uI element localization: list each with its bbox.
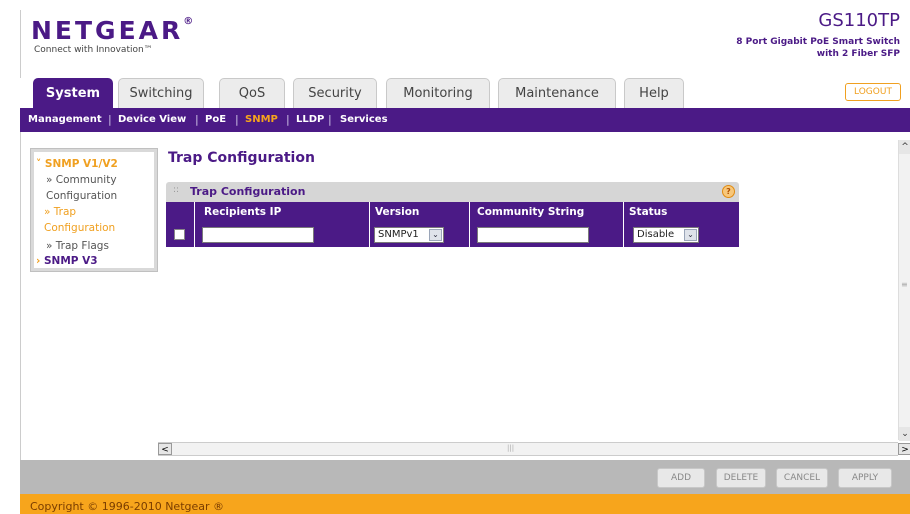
subnav-services[interactable]: Services <box>340 108 388 132</box>
table-header-community-string: Community String <box>469 202 623 222</box>
subnav-separator: | <box>195 113 199 126</box>
tab-maintenance[interactable]: Maintenance <box>498 78 616 108</box>
leftnav-group-snmp-v3[interactable]: › SNMP V3 <box>36 253 98 269</box>
column-divider <box>623 202 624 247</box>
scroll-grip-icon: ≡ <box>901 280 908 289</box>
row-select-checkbox[interactable] <box>174 229 185 240</box>
cancel-button[interactable]: CANCEL <box>776 468 828 488</box>
model-desc-line-1: 8 Port Gigabit PoE Smart Switch <box>736 37 900 47</box>
recipients-ip-input[interactable] <box>202 227 314 243</box>
apply-button[interactable]: APPLY <box>838 468 892 488</box>
tab-qos[interactable]: QoS <box>219 78 285 108</box>
tab-system[interactable]: System <box>33 78 113 108</box>
subnav-snmp[interactable]: SNMP <box>245 108 278 132</box>
content-area: ˅ SNMP V1/V2 » Community Configuration » … <box>20 132 910 460</box>
subnav-device-view[interactable]: Device View <box>118 108 186 132</box>
page-title: Trap Configuration <box>168 150 315 166</box>
leftnav-group-label: SNMP V3 <box>43 255 98 267</box>
left-navigation-list: ˅ SNMP V1/V2 » Community Configuration » … <box>34 152 154 268</box>
table-header-recipients-ip: Recipients IP <box>194 202 369 222</box>
column-divider <box>369 202 370 247</box>
vertical-scrollbar[interactable]: ^ ≡ ⌄ <box>898 140 910 441</box>
leftnav-item-label: Trap Flags <box>55 240 109 252</box>
version-select[interactable]: SNMPv1 ⌄ <box>374 227 444 243</box>
scroll-up-icon[interactable]: ^ <box>899 140 910 154</box>
table-header-version: Version <box>369 202 469 222</box>
delete-button[interactable]: DELETE <box>716 468 766 488</box>
model-name: GS110TP <box>818 10 900 31</box>
footer: Copyright © 1996-2010 Netgear ® <box>20 494 910 514</box>
brand-name: NETGEAR <box>31 16 184 45</box>
chevron-down-icon: ⌄ <box>684 229 697 241</box>
leftnav-item-label: Community <box>55 174 117 186</box>
scroll-down-icon[interactable]: ⌄ <box>899 427 910 441</box>
leftnav-group-snmp-v1-v2[interactable]: ˅ SNMP V1/V2 <box>36 156 118 172</box>
action-bar: ADD DELETE CANCEL APPLY <box>20 460 910 494</box>
subnav-management[interactable]: Management <box>28 108 102 132</box>
tab-help[interactable]: Help <box>624 78 684 108</box>
help-icon[interactable]: ? <box>722 185 735 198</box>
chevron-down-icon: ⌄ <box>429 229 442 241</box>
model-description: 8 Port Gigabit PoE Smart Switch with 2 F… <box>700 36 900 60</box>
subnav-lldp[interactable]: LLDP <box>296 108 324 132</box>
brand-mark: ® <box>183 16 194 27</box>
copyright-text: Copyright © 1996-2010 Netgear ® <box>30 500 225 513</box>
scroll-left-icon[interactable]: < <box>158 443 172 455</box>
tab-security[interactable]: Security <box>293 78 377 108</box>
leftnav-item-label-2: Configuration <box>46 190 118 202</box>
sub-navigation: Management | Device View | PoE | SNMP | … <box>20 108 910 132</box>
bullet-icon: » <box>46 174 53 186</box>
tab-monitoring[interactable]: Monitoring <box>386 78 490 108</box>
scroll-right-icon[interactable]: > <box>898 443 910 455</box>
header: NETGEAR® Connect with Innovation™ GS110T… <box>20 10 910 80</box>
trap-configuration-panel: :: Trap Configuration ? Recipients IP Ve… <box>166 182 741 253</box>
bullet-icon: » <box>44 206 51 218</box>
panel-header: :: Trap Configuration ? <box>166 182 739 202</box>
column-divider <box>469 202 470 247</box>
subnav-separator: | <box>328 113 332 126</box>
table-header-status: Status <box>623 202 739 222</box>
bullet-icon: » <box>46 240 53 252</box>
app-window: NETGEAR® Connect with Innovation™ GS110T… <box>0 0 910 514</box>
logout-button[interactable]: LOGOUT <box>845 83 901 101</box>
scroll-grip-icon: ||| <box>507 444 515 452</box>
subnav-separator: | <box>286 113 290 126</box>
panel-title: Trap Configuration <box>190 185 306 198</box>
subnav-poe[interactable]: PoE <box>205 108 226 132</box>
community-string-input[interactable] <box>477 227 589 243</box>
chevron-down-icon: ˅ <box>36 158 42 170</box>
column-divider <box>194 202 195 247</box>
horizontal-scrollbar[interactable]: < ||| > <box>158 442 910 456</box>
leftnav-item-label: Trap <box>53 206 77 218</box>
model-desc-line-2: with 2 Fiber SFP <box>816 49 900 59</box>
subnav-separator: | <box>235 113 239 126</box>
leftnav-group-label: SNMP V1/V2 <box>44 158 118 170</box>
add-button[interactable]: ADD <box>657 468 705 488</box>
status-select[interactable]: Disable ⌄ <box>633 227 699 243</box>
leftnav-item-trap-configuration[interactable]: » Trap Configuration <box>44 204 115 236</box>
tab-switching[interactable]: Switching <box>118 78 204 108</box>
brand-tagline: Connect with Innovation™ <box>34 45 153 55</box>
table-header-select <box>166 202 194 222</box>
chevron-right-icon: › <box>36 255 41 267</box>
status-value: Disable <box>637 229 675 240</box>
left-navigation: ˅ SNMP V1/V2 » Community Configuration » … <box>30 148 158 272</box>
drag-grip-icon: :: <box>173 185 180 195</box>
main-tabs: System Switching QoS Security Monitoring… <box>20 78 910 108</box>
trap-table: Recipients IP Version Community String S… <box>166 202 739 250</box>
netgear-logo: NETGEAR® <box>31 16 193 45</box>
leftnav-item-label-2: Configuration <box>44 222 116 234</box>
subnav-separator: | <box>108 113 112 126</box>
leftnav-item-trap-flags[interactable]: » Trap Flags <box>46 238 109 254</box>
leftnav-item-community-configuration[interactable]: » Community Configuration <box>46 172 117 204</box>
version-value: SNMPv1 <box>378 229 419 240</box>
